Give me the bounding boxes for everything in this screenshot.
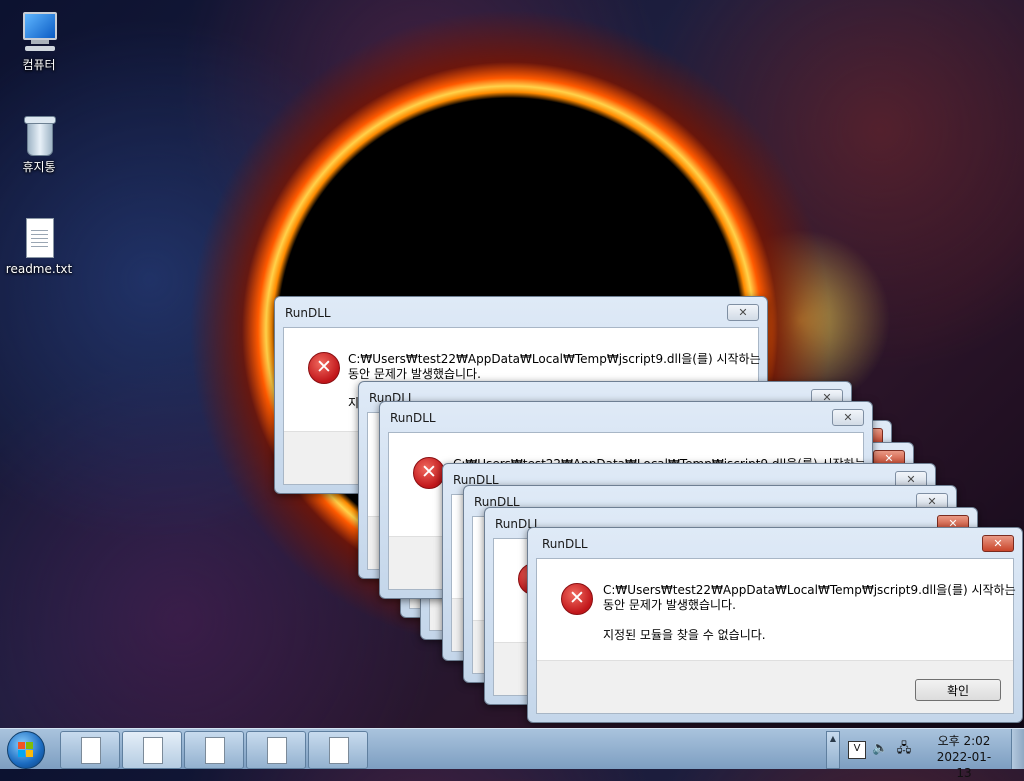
taskbar: ▲ V 🔈 🖧 오후 2:02 2022-01-13 — [0, 728, 1024, 780]
text-file-icon — [267, 737, 287, 764]
text-file-icon — [17, 216, 61, 260]
rundll-dialog-front[interactable]: RunDLL ✕ ✕ C:₩Users₩test22₩AppData₩Local… — [527, 527, 1023, 723]
error-icon: ✕ — [561, 583, 593, 615]
text-file-icon — [205, 737, 225, 764]
dialog-title: RunDLL — [542, 537, 588, 551]
text-file-icon — [329, 737, 349, 764]
taskbar-button[interactable] — [246, 731, 306, 769]
volume-icon[interactable]: 🔈 — [872, 741, 888, 757]
clock-time: 오후 2:02 — [937, 734, 991, 748]
taskbar-button[interactable] — [122, 731, 182, 769]
windows-start-icon[interactable] — [7, 731, 45, 769]
taskbar-button[interactable] — [60, 731, 120, 769]
dialog-titlebar[interactable]: RunDLL ✕ — [528, 528, 1022, 558]
input-method-icon[interactable]: V — [848, 741, 866, 759]
dialog-title: RunDLL — [285, 306, 331, 320]
error-icon: ✕ — [308, 352, 340, 384]
text-file-icon — [81, 737, 101, 764]
taskbar-button[interactable] — [184, 731, 244, 769]
show-hidden-icons-button[interactable]: ▲ — [826, 731, 840, 769]
desktop-icon-computer[interactable]: 컴퓨터 — [5, 10, 73, 73]
error-message-line1: C:₩Users₩test22₩AppData₩Local₩Temp₩jscri… — [348, 352, 761, 366]
desktop-icon-label: 컴퓨터 — [22, 58, 56, 72]
chevron-up-icon: ▲ — [829, 734, 837, 743]
desktop-icon-readme[interactable]: readme.txt — [5, 216, 73, 276]
error-icon: ✕ — [413, 457, 445, 489]
dialog-body: ✕ C:₩Users₩test22₩AppData₩Local₩Temp₩jsc… — [536, 558, 1016, 714]
taskbar-button[interactable] — [308, 731, 368, 769]
computer-icon — [17, 10, 61, 54]
error-message-line2: 동안 문제가 발생했습니다. — [348, 367, 481, 381]
desktop-icon-label: 휴지통 — [22, 160, 56, 174]
windows-logo-icon — [18, 742, 34, 758]
text-file-icon — [143, 737, 163, 764]
network-icon[interactable]: 🖧 — [896, 741, 912, 757]
close-button[interactable]: ✕ — [832, 409, 864, 426]
error-message-line3: 지정된 모듈을 찾을 수 없습니다. — [603, 628, 766, 642]
desktop-icon-recycle-bin[interactable]: 휴지통 — [5, 112, 73, 175]
error-message-line1: C:₩Users₩test22₩AppData₩Local₩Temp₩jscri… — [603, 583, 1016, 597]
dialog-titlebar[interactable]: RunDLL ✕ — [380, 402, 872, 432]
close-button[interactable]: ✕ — [727, 304, 759, 321]
dialog-title: RunDLL — [390, 411, 436, 425]
show-desktop-button[interactable] — [1011, 729, 1024, 769]
clock[interactable]: 오후 2:02 2022-01-13 — [930, 733, 998, 781]
system-tray: ▲ V 🔈 🖧 오후 2:02 2022-01-13 — [826, 729, 1024, 780]
desktop-icon-label: readme.txt — [5, 262, 73, 276]
dialog-titlebar[interactable]: RunDLL ✕ — [275, 297, 767, 327]
error-message-line2: 동안 문제가 발생했습니다. — [603, 598, 736, 612]
clock-date: 2022-01-13 — [936, 750, 992, 780]
dialog-footer: 확인 — [537, 660, 1013, 713]
ok-button[interactable]: 확인 — [915, 679, 1001, 701]
close-button[interactable]: ✕ — [982, 535, 1014, 552]
recycle-bin-icon — [17, 112, 61, 156]
